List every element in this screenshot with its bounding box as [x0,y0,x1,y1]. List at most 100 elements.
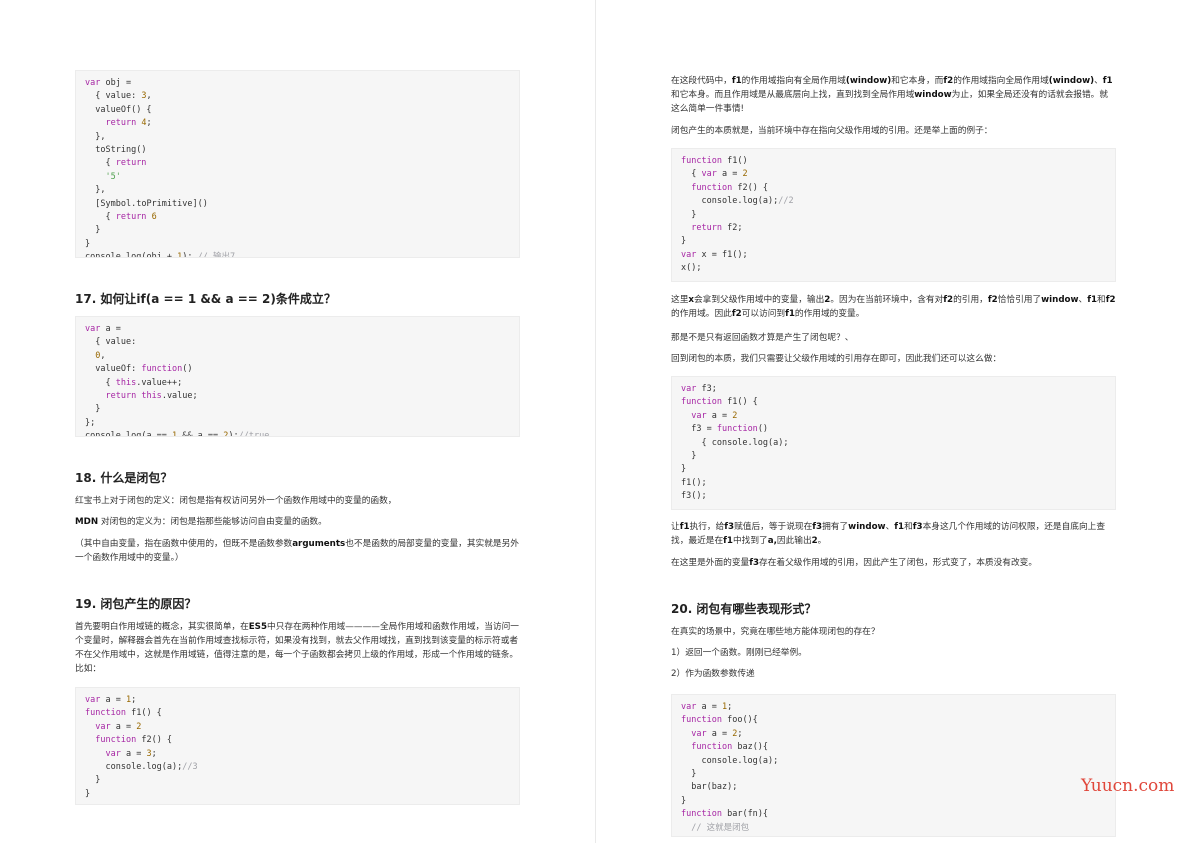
code-line: f1(); [681,477,707,488]
code-line: var a = 2; [691,728,743,739]
code-line: console.log(a); [701,755,779,766]
code-line: valueOf: function() [95,364,193,375]
code-line: function bar(fn){ [681,809,769,820]
paragraph-scope-explain: 在这段代码中，f1的作用域指向有全局作用域(window)和它本身，而f2的作用… [671,74,1116,116]
text: 拥有了 [822,522,849,532]
text: 和 [1097,295,1106,305]
code-line: return this.value; [105,390,198,401]
paragraph-18-1: 红宝书上对于闭包的定义：闭包是指有权访问另外一个函数作用域中的变量的函数， [75,496,397,506]
text: 、 [1078,295,1088,305]
code-line: x(); [681,263,702,274]
code-lines: function f1() { var a = 2 function f2() … [681,155,1106,276]
code-line: }, [85,131,106,142]
bold-text: f3 [812,522,823,532]
bold-text: (window) [1048,76,1095,86]
code-line: function foo(){ [681,715,758,726]
heading-20: 20. 闭包有哪些表现形式？ [671,602,817,616]
paragraph-19: 首先要明白作用域链的概念，其实很简单，在ES5中只存在两种作用域————全局作用… [75,620,520,676]
code-line: { return [85,158,147,169]
text: 让 [671,522,680,532]
text: 的作用域。因此 [671,309,732,319]
code-line: function f1() [681,156,748,166]
code-line: var a = 2 [691,410,738,421]
text: 对闭包的定义为：闭包是指那些能够访问自由变量的函数。 [98,517,327,527]
text: 因此输出 [776,536,812,546]
text: 和它本身，而 [891,76,944,86]
text: 和它本身。而且作用域是从最底层向上找，直到找到全局作用域 [671,90,915,100]
heading-18: 18. 什么是闭包？ [75,471,173,485]
code-lines: var obj = { value: 3, valueOf() { return… [85,77,510,258]
bold-text: f1 [679,522,690,532]
text: 在这里是外面的变量 [671,558,750,568]
code-line: function f1() { [85,708,162,719]
code-line: toString() [95,144,147,155]
heading-17: 17. 如何让if(a == 1 && a == 2)条件成立？ [75,292,336,306]
code-line: } [85,225,101,236]
code-line: function f2() { [95,735,173,746]
paragraph-x-output: 这里x会拿到父级作用域中的变量，输出2。因为在当前环境中，含有对f2的引用，f2… [671,293,1116,321]
paragraph-f1-execute: 让f1执行，给f3赋值后，等于说现在f3拥有了window、f1和f3本身这几个… [671,520,1116,548]
code-line: function f1() { [681,397,758,408]
text: 存在着父级作用域的引用，因此产生了闭包，形式变了，本质没有改变。 [759,558,1038,568]
page-left: var obj = { value: 3, valueOf() { return… [0,0,595,843]
bold-text: f1 [785,309,795,319]
code-line: }; [85,417,96,428]
text: 和 [904,522,913,532]
code-line: var x = f1(); [681,249,748,260]
paragraph-back-to-essence: 回到闭包的本质，我们只需要让父级作用域的引用存在即可，因此我们还可以这么做： [671,354,1002,364]
code-lines: var a = { value: 0, valueOf: function() … [85,323,510,437]
bold-text: arguments [292,539,346,549]
text: 中找到了 [732,536,768,546]
bold-text: f2 [1105,295,1116,305]
bold-text: f1 [1087,295,1098,305]
code-line: f3 = function() [691,424,769,435]
bold-text: f1 [894,522,905,532]
bold-text: a, [767,536,777,546]
code-line: } [85,238,91,249]
code-line: console.log(a);//3 [105,761,198,772]
code-line: } [681,795,687,806]
code-line: // 这就是闭包 [691,822,750,833]
code-line: console.log(a == 1 && a == 2);//true [85,431,270,437]
bold-text: f1 [731,76,742,86]
text: 首先要明白作用域链的概念，其实很简单，在 [75,622,249,632]
bold-text: f3 [912,522,923,532]
site-watermark: Yuucn.com [1081,776,1175,796]
text: （其中自由变量，指在函数中使用的，但既不是函数参数 [75,539,293,549]
paragraph-item-1: 1）返回一个函数。刚刚已经举例。 [671,648,807,658]
heading-19: 19. 闭包产生的原因？ [75,597,197,611]
code-line: } [85,404,101,415]
code-line: f3(); [681,491,707,502]
code-line: var a = 1; [681,702,733,712]
paragraph-f3-reference: 在这里是外面的变量f3存在着父级作用域的引用，因此产生了闭包，形式变了，本质没有… [671,556,1116,570]
code-line: bar(baz); [691,782,738,793]
code-lines: var a = 1; function f1() { var a = 2 func… [85,694,510,801]
bold-text: f1 [1102,76,1113,86]
code-line: }, [85,185,106,196]
paragraph-18-2: MDN 对闭包的定义为：闭包是指那些能够访问自由变量的函数。 [75,515,520,529]
bold-text: window [848,522,886,532]
code-line: { console.log(a); [681,437,789,448]
code-line: { value: 3, [85,91,152,102]
bold-text: window [1041,295,1079,305]
code-line: var a = 2 [95,721,142,732]
text: 的作用域指向全局作用域 [953,76,1049,86]
code-line: { this.value++; [85,377,183,388]
code-line: { return 6 [85,211,157,222]
code-line: var a = 3; [105,748,157,759]
code-line: console.log(obj + 1); // 输出7 [85,252,236,258]
text: 。 [817,536,827,546]
code-block-return-f2: function f1() { var a = 2 function f2() … [671,148,1116,282]
code-line: var a = [85,324,121,334]
bold-text: window [914,90,952,100]
text: 的引用， [953,295,988,305]
text: 、 [1094,76,1103,86]
bold-text: f2 [731,309,742,319]
code-line: function baz(){ [691,742,769,753]
bold-text: f3 [724,522,735,532]
text: 可以访问到 [741,309,786,319]
paragraph-question: 那是不是只有返回函数才算是产生了闭包呢？、 [671,333,854,343]
code-line: valueOf() { [95,104,152,115]
code-block-scope-chain: var a = 1; function f1() { var a = 2 func… [75,687,520,805]
code-line: } [681,464,687,475]
